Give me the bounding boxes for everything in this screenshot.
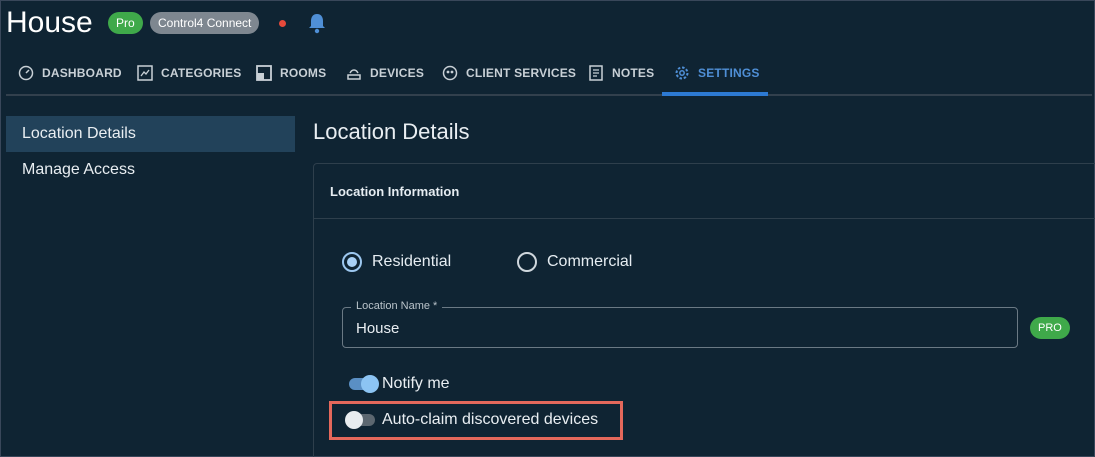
toggle-label: Notify me — [382, 375, 450, 392]
tab-label: CATEGORIES — [161, 66, 242, 80]
tab-notes[interactable]: NOTES — [588, 52, 654, 94]
app-header: House Pro Control4 Connect — [0, 0, 1095, 48]
tab-label: CLIENT SERVICES — [466, 66, 577, 80]
radio-residential[interactable]: Residential — [342, 252, 451, 272]
sidebar-item-manage-access[interactable]: Manage Access — [6, 152, 295, 188]
tab-label: NOTES — [612, 66, 655, 80]
tab-settings[interactable]: SETTINGS — [674, 52, 760, 94]
bell-icon[interactable] — [307, 12, 327, 34]
card-title: Location Information — [314, 164, 1095, 219]
location-name-label: Location Name * — [351, 300, 443, 312]
location-title: House — [6, 6, 93, 39]
status-dot — [279, 20, 286, 27]
location-name-field[interactable]: Location Name * — [342, 300, 1018, 348]
radio-label: Commercial — [547, 253, 633, 270]
tab-rooms[interactable]: ROOMS — [256, 52, 326, 94]
settings-sidebar: Location Details Manage Access — [6, 116, 295, 188]
tab-label: DEVICES — [370, 66, 425, 80]
toggle-knob — [345, 411, 363, 429]
control4-connect-badge: Control4 Connect — [150, 12, 260, 34]
tab-dashboard[interactable]: DASHBOARD — [18, 52, 122, 94]
page-title: Location Details — [313, 119, 470, 144]
tab-label: SETTINGS — [698, 66, 760, 80]
active-tab-indicator — [662, 92, 768, 96]
radio-indicator — [517, 252, 537, 272]
radio-indicator — [342, 252, 362, 272]
room-icon — [256, 65, 272, 81]
toggle-switch[interactable] — [349, 375, 379, 393]
notify-me-toggle[interactable]: Notify me — [349, 375, 450, 393]
toggle-label: Auto-claim discovered devices — [382, 411, 599, 428]
notes-icon — [589, 65, 603, 81]
toggle-knob — [361, 375, 379, 393]
tab-label: ROOMS — [280, 66, 327, 80]
main-tabs: DASHBOARD CATEGORIES ROOMS DEVICES CLIEN… — [6, 52, 1092, 96]
device-icon — [347, 69, 361, 80]
tab-client-services[interactable]: CLIENT SERVICES — [442, 52, 576, 94]
auto-claim-toggle[interactable]: Auto-claim discovered devices — [345, 411, 599, 429]
location-name-input[interactable] — [356, 318, 996, 338]
toggle-switch[interactable] — [345, 411, 375, 429]
sidebar-item-location-details[interactable]: Location Details — [6, 116, 295, 152]
tab-devices[interactable]: DEVICES — [346, 52, 424, 94]
tab-categories[interactable]: CATEGORIES — [137, 52, 241, 94]
radio-commercial[interactable]: Commercial — [517, 252, 632, 272]
gear-icon — [675, 66, 689, 80]
tab-label: DASHBOARD — [42, 66, 122, 80]
radio-label: Residential — [372, 253, 452, 270]
chart-icon — [137, 65, 153, 81]
pro-badge: Pro — [108, 12, 143, 34]
support-icon — [442, 65, 458, 81]
pro-chip: PRO — [1030, 317, 1070, 339]
gauge-icon — [18, 65, 34, 81]
